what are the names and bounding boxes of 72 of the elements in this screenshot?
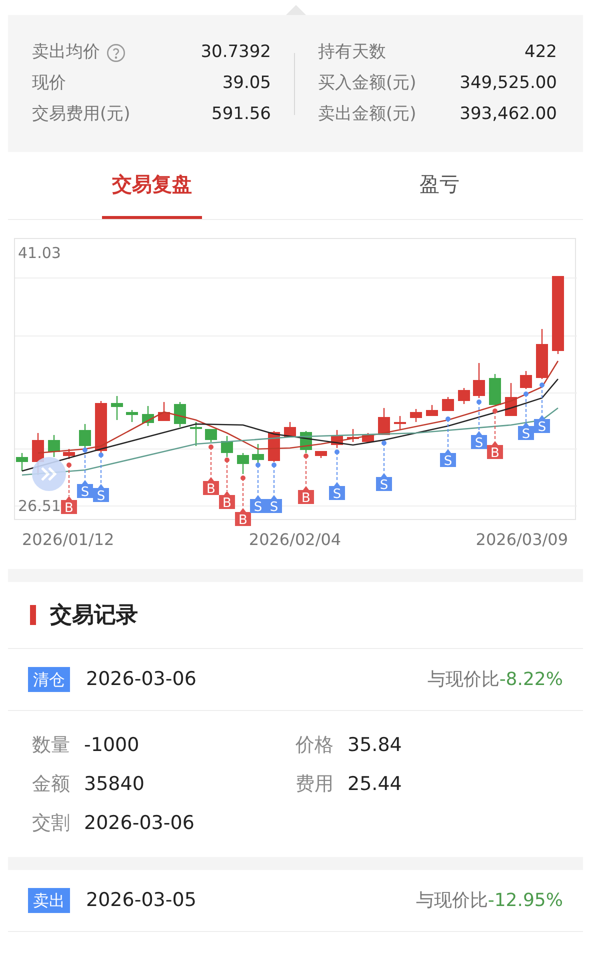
candle bbox=[442, 397, 454, 411]
candle bbox=[284, 422, 296, 437]
candle bbox=[520, 371, 532, 389]
field-value: 35840 bbox=[84, 772, 144, 797]
stat-value: 393,462.00 bbox=[460, 102, 557, 126]
stat-label: 交易费用(元) bbox=[32, 102, 130, 126]
candle bbox=[331, 430, 343, 448]
compare-label: 与现价比 bbox=[416, 889, 488, 913]
stat-value: 39.05 bbox=[222, 72, 271, 95]
axis-label: 2026/01/12 bbox=[22, 529, 114, 551]
stat-label: 现价 bbox=[32, 72, 66, 95]
title-accent-bar bbox=[30, 605, 36, 625]
stat-value: 30.7392 bbox=[200, 40, 271, 64]
stat-value: 349,525.00 bbox=[460, 72, 557, 95]
field-label: 金额 bbox=[32, 772, 70, 797]
stat-label: 买入金额(元) bbox=[318, 72, 416, 95]
stat-label: 持有天数 bbox=[318, 40, 386, 64]
compare-value: -12.95% bbox=[488, 889, 563, 913]
axis-label: 26.51 bbox=[18, 496, 61, 516]
candle bbox=[95, 401, 107, 453]
tab[interactable]: 盈亏 bbox=[409, 152, 470, 219]
candle bbox=[158, 402, 170, 421]
axis-label: 2026/02/04 bbox=[248, 529, 342, 551]
double-chevron-icon bbox=[40, 466, 58, 482]
candle bbox=[190, 422, 202, 446]
candle bbox=[174, 402, 186, 427]
candle bbox=[205, 429, 217, 442]
candle bbox=[221, 436, 233, 457]
candle bbox=[473, 363, 485, 398]
axis-label: 41.03 bbox=[18, 243, 61, 264]
trade-tag: 卖出 bbox=[28, 888, 70, 913]
candle bbox=[315, 451, 327, 458]
candle bbox=[252, 444, 264, 464]
candle bbox=[394, 416, 406, 429]
tab[interactable]: 交易复盘 bbox=[102, 152, 202, 219]
candle bbox=[458, 388, 470, 404]
field-value: 2026-03-06 bbox=[84, 810, 194, 836]
compare-value: -8.22% bbox=[499, 668, 563, 692]
field-value: 25.44 bbox=[348, 772, 402, 797]
trade-tag: 清仓 bbox=[28, 667, 70, 692]
axis-label: 2026/03/09 bbox=[476, 529, 568, 551]
trade-date: 2026-03-06 bbox=[86, 667, 196, 692]
candle bbox=[410, 409, 422, 422]
candle bbox=[48, 435, 60, 457]
stat-label: 卖出均价 bbox=[32, 40, 100, 64]
candle bbox=[237, 453, 249, 474]
field-label: 交割 bbox=[32, 810, 70, 836]
stat-value: 591.56 bbox=[212, 102, 271, 126]
candle bbox=[16, 453, 28, 471]
compare-label: 与现价比 bbox=[427, 668, 500, 692]
candle bbox=[111, 396, 123, 420]
help-icon[interactable] bbox=[106, 42, 126, 62]
stat-value: 422 bbox=[524, 40, 557, 64]
candle bbox=[536, 329, 548, 379]
candle bbox=[142, 406, 154, 426]
candle bbox=[63, 449, 75, 459]
section-title: 交易记录 bbox=[50, 602, 138, 630]
trade-date: 2026-03-05 bbox=[86, 888, 196, 914]
candle bbox=[79, 424, 91, 450]
field-value: -1000 bbox=[84, 732, 140, 758]
field-label: 数量 bbox=[32, 732, 70, 758]
field-label: 价格 bbox=[296, 732, 334, 758]
fast-forward-button[interactable] bbox=[32, 457, 66, 491]
candle bbox=[347, 429, 359, 442]
field-label: 费用 bbox=[296, 772, 334, 797]
candle bbox=[126, 410, 138, 422]
candle bbox=[378, 408, 390, 435]
field-value: 35.84 bbox=[348, 732, 402, 758]
stat-label: 卖出金额(元) bbox=[318, 102, 416, 126]
candle bbox=[426, 405, 438, 416]
candle bbox=[489, 374, 501, 405]
candle bbox=[505, 383, 517, 416]
